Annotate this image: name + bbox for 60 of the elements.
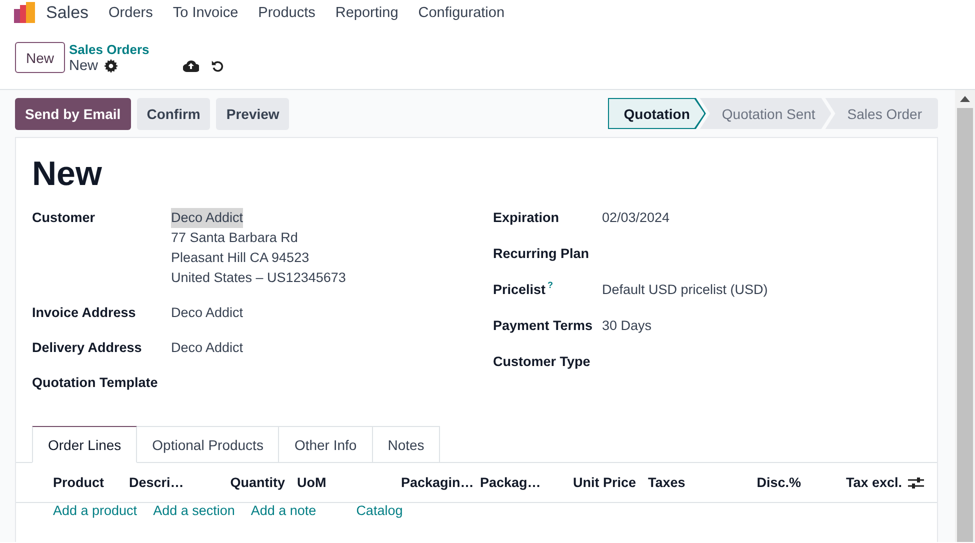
column-header[interactable]: Unit Price [572, 475, 642, 490]
column-header[interactable]: Packagin… [395, 475, 474, 490]
notebook-tab[interactable]: Optional Products [137, 426, 280, 463]
address-line: 77 Santa Barbara Rd [171, 229, 298, 247]
app-logo-icon[interactable] [14, 2, 36, 24]
menu-item[interactable]: Configuration [418, 5, 505, 21]
record-title: New [32, 154, 103, 194]
address-line: Pleasant Hill CA 94523 [171, 249, 310, 267]
menu-item[interactable]: Orders [108, 5, 153, 21]
help-tooltip[interactable]: ? [548, 280, 554, 290]
field-value[interactable]: 30 Days [602, 316, 937, 336]
field-label: Pricelist$^{?}$ [493, 280, 554, 299]
field-label: Quotation Template [32, 374, 159, 392]
menu-item[interactable]: Reporting [335, 5, 398, 21]
notebook-tab[interactable]: Other Info [279, 426, 373, 463]
field-value[interactable]: Deco Addict [171, 338, 244, 358]
field-label: Recurring Plan [493, 245, 590, 263]
field-value[interactable]: Deco Addict [171, 208, 244, 228]
field-label: Expiration [493, 209, 560, 227]
column-header[interactable]: Quantity [230, 475, 291, 490]
cloud-upload-icon[interactable] [183, 58, 200, 72]
menu-item[interactable]: Products [258, 5, 316, 21]
breadcrumb-link[interactable]: Sales Orders [69, 42, 150, 58]
field-value[interactable]: Deco Addict [171, 303, 244, 323]
add-line-link[interactable]: Add a note [250, 503, 316, 541]
column-header[interactable]: Tax excl. [846, 475, 908, 490]
status-stage[interactable]: Quotation Sent [700, 98, 832, 129]
field-label: Customer [32, 209, 96, 227]
add-line-link[interactable]: Add a product [53, 503, 138, 541]
undo-icon[interactable] [211, 58, 226, 72]
field-label: Customer Type [493, 353, 592, 371]
action-button[interactable]: Send by Email [15, 98, 131, 130]
column-header[interactable]: Taxes [642, 475, 686, 490]
notebook-tab[interactable]: Order Lines [32, 426, 138, 463]
field-label: Invoice Address [32, 304, 137, 322]
field-value[interactable]: Default USD pricelist (USD) [602, 280, 937, 300]
action-button[interactable]: Preview [216, 98, 290, 130]
column-header[interactable]: UoM [291, 475, 326, 490]
status-stage[interactable]: Quotation [608, 98, 706, 129]
column-header[interactable]: Descri… [123, 475, 184, 490]
field-label: Delivery Address [32, 339, 143, 357]
column-header[interactable]: Packag… [474, 475, 541, 490]
app-name[interactable]: Sales [46, 3, 89, 23]
status-stage[interactable]: Sales Order [825, 98, 938, 129]
scrollbar-thumb[interactable] [957, 108, 973, 542]
column-settings-icon[interactable] [908, 476, 924, 490]
add-line-link[interactable]: Add a section [153, 503, 235, 541]
menu-item[interactable]: To Invoice [172, 5, 238, 21]
record-name: New [69, 58, 98, 74]
settings-icon[interactable] [104, 58, 118, 72]
new-button[interactable]: New [15, 42, 66, 73]
add-line-link[interactable]: Catalog [356, 503, 403, 541]
address-line: United States – US12345673 [171, 269, 346, 287]
field-label: Payment Terms [493, 317, 594, 335]
action-button[interactable]: Confirm [136, 98, 210, 130]
scroll-up-icon[interactable] [960, 96, 970, 102]
column-header[interactable]: Disc.% [756, 475, 807, 490]
field-value[interactable]: 02/03/2024 [602, 208, 937, 228]
column-header[interactable]: Product [47, 475, 104, 490]
notebook-tab[interactable]: Notes [372, 426, 440, 463]
